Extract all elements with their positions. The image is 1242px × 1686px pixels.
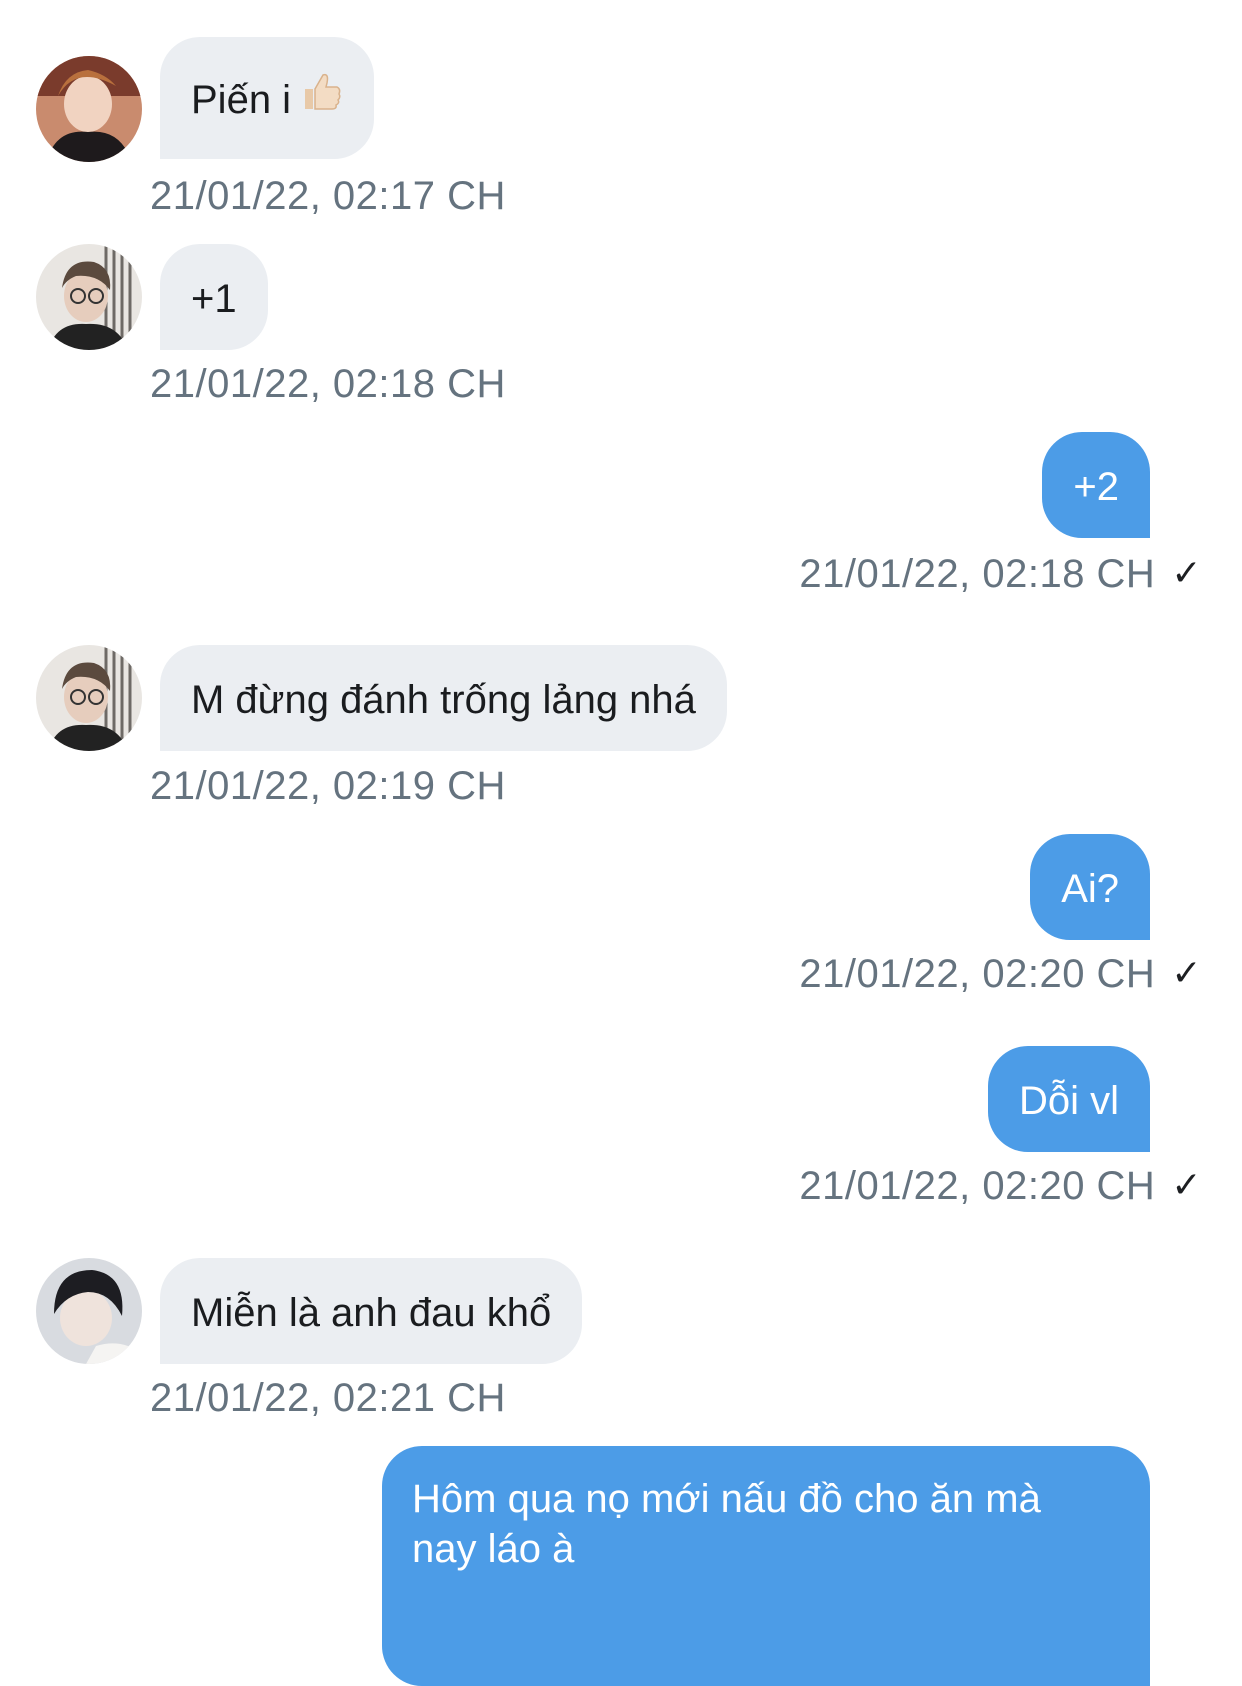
- message-timestamp: 21/01/22, 02:20 CH ✓: [799, 952, 1202, 997]
- message-text-line: Hôm qua nọ mới nấu đồ cho ăn mà: [412, 1477, 1041, 1521]
- timestamp-text: 21/01/22, 02:20 CH: [799, 1164, 1156, 1208]
- avatar-user-b[interactable]: [36, 244, 142, 350]
- message-bubble-incoming[interactable]: Piến i: [160, 37, 375, 161]
- message-text: Dỗi vl: [1018, 1079, 1119, 1124]
- message-timestamp: 21/01/22, 02:18 CH ✓: [799, 552, 1202, 597]
- message-text-line: nay láo à: [412, 1527, 575, 1571]
- message-text: M đừng đánh trống lảng nhá: [191, 678, 696, 723]
- avatar-photo: [36, 645, 142, 751]
- timestamp-text: 21/01/22, 02:18 CH: [799, 552, 1156, 596]
- avatar-user-a[interactable]: [36, 56, 142, 162]
- avatar-user-c[interactable]: [36, 1258, 142, 1364]
- message-timestamp: 21/01/22, 02:19 CH: [150, 764, 506, 808]
- message-timestamp: 21/01/22, 02:18 CH: [150, 362, 506, 406]
- message-bubble-outgoing[interactable]: Dỗi vl: [987, 1046, 1150, 1152]
- avatar-photo: [36, 56, 142, 162]
- message-bubble-incoming[interactable]: +1: [160, 244, 268, 350]
- sent-check-icon: ✓: [1171, 952, 1202, 993]
- timestamp-text: 21/01/22, 02:20 CH: [799, 952, 1156, 996]
- message-bubble-outgoing[interactable]: +2: [1042, 432, 1150, 538]
- message-bubble-incoming[interactable]: M đừng đánh trống lảng nhá: [160, 645, 727, 751]
- message-bubble-outgoing[interactable]: Hôm qua nọ mới nấu đồ cho ăn mà nay láo …: [382, 1446, 1150, 1686]
- message-timestamp: 21/01/22, 02:21 CH: [150, 1376, 506, 1420]
- avatar-user-b[interactable]: [36, 645, 142, 751]
- message-bubble-incoming[interactable]: Miễn là anh đau khổ: [160, 1258, 583, 1364]
- message-bubble-outgoing[interactable]: Ai?: [1030, 834, 1150, 940]
- sent-check-icon: ✓: [1171, 1164, 1202, 1205]
- message-timestamp: 21/01/22, 02:17 CH: [150, 174, 506, 218]
- message-text: Ai?: [1061, 867, 1119, 912]
- message-timestamp: 21/01/22, 02:20 CH ✓: [799, 1164, 1202, 1209]
- message-text: Piến i: [191, 78, 292, 123]
- avatar-photo: [36, 244, 142, 350]
- avatar-photo: [36, 1258, 142, 1364]
- thumbs-up-icon: [299, 39, 343, 161]
- message-text: +1: [191, 277, 237, 322]
- sent-check-icon: ✓: [1171, 552, 1202, 593]
- message-text: +2: [1073, 465, 1119, 510]
- message-text: Miễn là anh đau khổ: [191, 1291, 552, 1336]
